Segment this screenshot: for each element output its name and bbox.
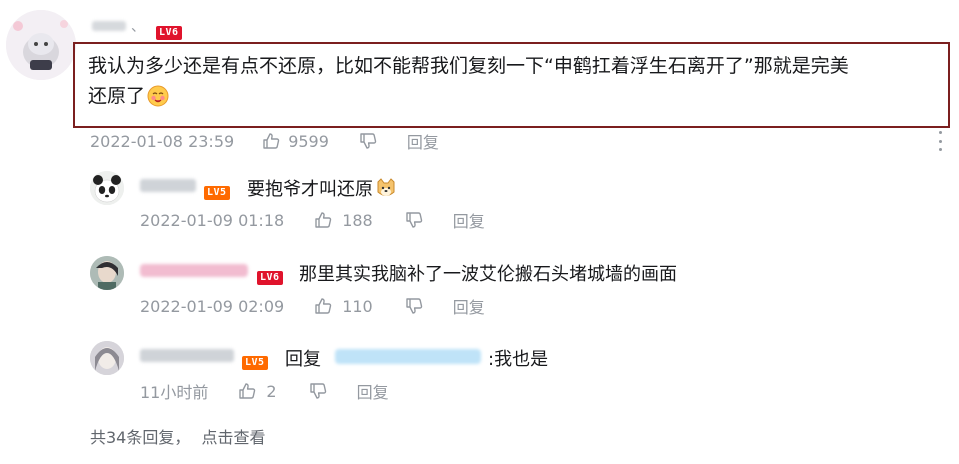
like-count: 2 <box>266 381 277 401</box>
reply-meta: 2022-01-09 02:09 110 回复 <box>140 294 485 318</box>
username-blurred[interactable] <box>140 264 248 278</box>
avatar[interactable] <box>90 341 124 375</box>
blush-emoji-icon <box>147 85 169 107</box>
timestamp: 11小时前 <box>140 383 209 402</box>
level-badge: LV6 <box>156 20 182 40</box>
thumb-down-icon <box>360 133 377 149</box>
reply-text: 要抱爷才叫还原 <box>247 175 397 201</box>
timestamp: 2022-01-08 23:59 <box>90 131 235 151</box>
thumb-down-icon <box>406 212 422 228</box>
avatar[interactable] <box>6 10 76 80</box>
reply-meta: 2022-01-09 01:18 188 回复 <box>140 208 485 232</box>
reply-meta: 11小时前 2 回复 <box>140 379 389 403</box>
level-badge: LV6 <box>257 265 283 285</box>
timestamp: 2022-01-09 02:09 <box>140 296 285 316</box>
dislike-button[interactable] <box>309 382 327 400</box>
mentioned-user-blurred[interactable] <box>335 349 481 365</box>
thumb-down-icon <box>309 383 326 399</box>
like-count: 9599 <box>288 131 329 151</box>
reply-prefix: 回复 <box>285 349 321 370</box>
reply-button[interactable]: 回复 <box>453 294 485 318</box>
like-button[interactable]: 110 <box>314 297 373 316</box>
thumb-up-icon <box>315 298 332 314</box>
like-button[interactable]: 2 <box>238 381 277 401</box>
comment-text-line-1: 我认为多少还是有点不还原，比如不能帮我们复刻一下“申鹤扛着浮生石离开了”那就是完… <box>88 55 849 77</box>
comment-text: 我认为多少还是有点不还原，比如不能帮我们复刻一下“申鹤扛着浮生石离开了”那就是完… <box>88 51 948 111</box>
like-button[interactable]: 188 <box>314 211 373 230</box>
username-blurred[interactable] <box>140 179 196 193</box>
timestamp: 2022-01-09 01:18 <box>140 210 285 230</box>
separator-text: 、 <box>131 19 145 35</box>
reply-count-text: 共34条回复， <box>90 428 191 447</box>
thumb-up-icon <box>239 383 256 399</box>
reply-button[interactable]: 回复 <box>357 379 389 403</box>
thumb-down-icon <box>406 298 422 314</box>
like-count: 188 <box>342 210 373 230</box>
like-count: 110 <box>342 296 373 316</box>
avatar[interactable] <box>90 171 124 205</box>
level-badge: LV5 <box>204 180 230 200</box>
comment-meta: 2022-01-08 23:59 9599 回复 <box>90 129 439 153</box>
thumb-up-icon <box>315 212 332 228</box>
level-badge: LV5 <box>242 350 268 370</box>
more-vertical-icon[interactable] <box>939 131 945 151</box>
username-blurred[interactable] <box>140 349 234 363</box>
dislike-button[interactable] <box>359 132 377 150</box>
reply-text: 那里其实我脑补了一波艾伦搬石头堵城墙的画面 <box>299 264 677 285</box>
thumb-up-icon <box>263 133 280 149</box>
replies-summary: 共34条回复， 点击查看 <box>90 424 265 448</box>
dislike-button[interactable] <box>405 211 423 229</box>
avatar[interactable] <box>90 256 124 290</box>
dog-emoji-icon <box>375 177 397 199</box>
reply-button[interactable]: 回复 <box>453 208 485 232</box>
username-blurred[interactable] <box>92 21 126 33</box>
reply-button[interactable]: 回复 <box>407 129 439 153</box>
view-replies-link[interactable]: 点击查看 <box>201 428 265 447</box>
reply-text: :我也是 <box>488 349 549 370</box>
dislike-button[interactable] <box>405 297 423 315</box>
like-button[interactable]: 9599 <box>262 132 329 151</box>
comment-text-line-2: 还原了 <box>88 85 146 107</box>
